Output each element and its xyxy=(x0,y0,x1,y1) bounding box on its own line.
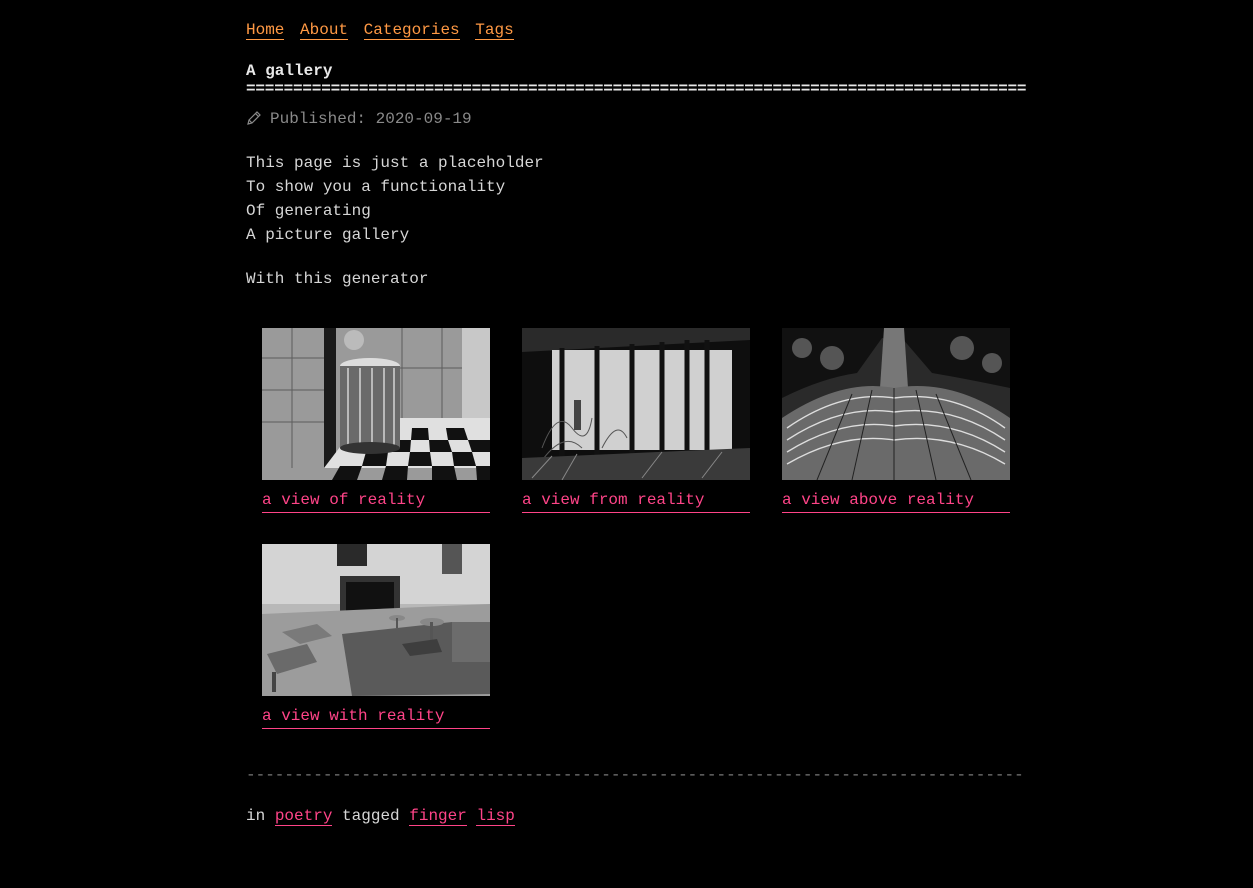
post-body: This page is just a placeholder To show … xyxy=(246,151,1026,291)
pencil-icon xyxy=(247,111,261,125)
tag-link-lisp[interactable]: lisp xyxy=(476,807,515,826)
in-label: in xyxy=(246,807,266,825)
gallery-thumbnail-bathroom[interactable] xyxy=(262,328,490,480)
gallery-caption-link[interactable]: a view from reality xyxy=(522,488,750,513)
picture-gallery: a view of reality a view from reality a … xyxy=(246,328,1026,748)
tagged-label: tagged xyxy=(342,807,400,825)
nav-categories-link[interactable]: Categories xyxy=(363,21,460,40)
body-line: This page is just a placeholder xyxy=(246,154,544,172)
gallery-thumbnail-room[interactable] xyxy=(262,544,490,696)
top-nav: Home About Categories Tags xyxy=(246,18,1026,42)
gallery-thumbnail-window[interactable] xyxy=(522,328,750,480)
nav-tags-link[interactable]: Tags xyxy=(475,21,514,40)
gallery-tile: a view with reality xyxy=(262,544,490,729)
post-header: A gallery ==============================… xyxy=(246,61,1026,97)
gallery-thumbnail-building[interactable] xyxy=(782,328,1010,480)
nav-home-link[interactable]: Home xyxy=(246,21,285,40)
gallery-caption-link[interactable]: a view of reality xyxy=(262,488,490,513)
body-line: To show you a functionality xyxy=(246,178,506,196)
gallery-caption-link[interactable]: a view with reality xyxy=(262,704,490,729)
published-date: Published: 2020-09-19 xyxy=(246,107,1026,131)
category-link-poetry[interactable]: poetry xyxy=(274,807,333,826)
title-underline: ========================================… xyxy=(246,81,1026,97)
body-line: With this generator xyxy=(246,270,429,288)
published-text: Published: 2020-09-19 xyxy=(270,110,472,128)
body-line: A picture gallery xyxy=(246,226,410,244)
nav-about-link[interactable]: About xyxy=(300,21,349,40)
tag-link-finger[interactable]: finger xyxy=(409,807,467,826)
gallery-tile: a view from reality xyxy=(522,328,750,513)
page-container: Home About Categories Tags A gallery ===… xyxy=(246,18,1026,748)
body-line: Of generating xyxy=(246,202,371,220)
post-taxonomy: in poetry tagged finger lisp xyxy=(246,804,515,828)
gallery-tile: a view of reality xyxy=(262,328,490,513)
page-title: A gallery xyxy=(246,62,333,80)
footer-divider: ----------------------------------------… xyxy=(246,766,1026,784)
gallery-tile: a view above reality xyxy=(782,328,1010,513)
gallery-caption-link[interactable]: a view above reality xyxy=(782,488,1010,513)
